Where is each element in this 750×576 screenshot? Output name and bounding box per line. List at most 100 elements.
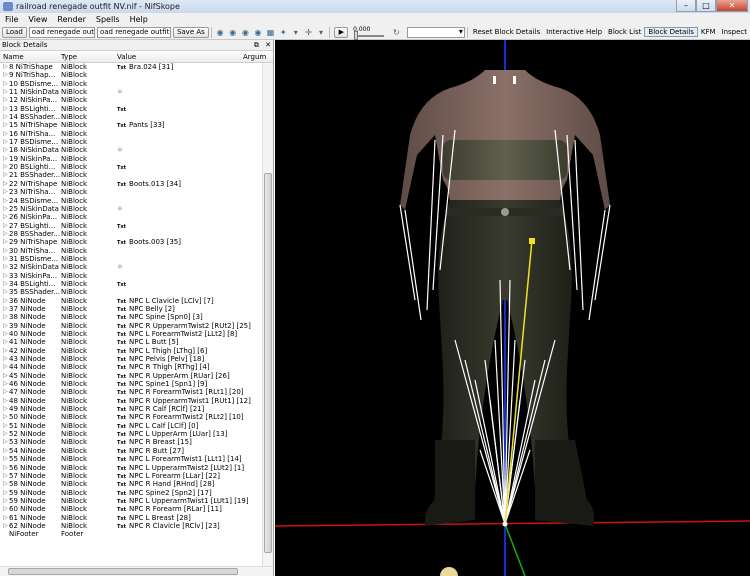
float-icon[interactable]: ⧉ bbox=[254, 41, 259, 49]
column-argument[interactable]: Argum bbox=[243, 53, 266, 61]
table-row[interactable]: ▷ 41 NiNode NiBlock Txt NPC L Butt [5] bbox=[0, 338, 262, 346]
load-button[interactable]: Load bbox=[2, 26, 27, 38]
table-row[interactable]: ▷ 60 NiNode NiBlock Txt NPC R Forearm [RLar]… bbox=[0, 505, 262, 513]
block-list-button[interactable]: Block List bbox=[605, 28, 644, 36]
table-row[interactable]: ▷ 24 BSDisme... NiBlock bbox=[0, 197, 262, 205]
table-row[interactable]: ▷ 59 NiNode NiBlock Txt NPC L UpperarmTwist1… bbox=[0, 497, 262, 505]
table-row[interactable]: ▷ 15 NiTriShape NiBlock Txt Pants [33] bbox=[0, 121, 262, 129]
table-row[interactable]: ▷ 13 BSLighti... NiBlock Txt bbox=[0, 105, 262, 113]
table-row[interactable]: ▷ 31 BSDisme... NiBlock bbox=[0, 255, 262, 263]
cube-icon[interactable]: ▦ bbox=[264, 27, 277, 38]
menu-render[interactable]: Render bbox=[52, 15, 90, 24]
table-row[interactable]: ▷ 52 NiNode NiBlock Txt NPC L UpperArm [LUar… bbox=[0, 430, 262, 438]
animation-select[interactable] bbox=[406, 26, 465, 38]
table-row[interactable]: ▷ 38 NiNode NiBlock Txt NPC Spine [Spn0] [3] bbox=[0, 313, 262, 321]
table-row[interactable]: ▷ 43 NiNode NiBlock Txt NPC Pelvis [Pelv] [1… bbox=[0, 355, 262, 363]
table-row[interactable]: ▷ 39 NiNode NiBlock Txt NPC R UpperarmTwist2… bbox=[0, 322, 262, 330]
light-icon[interactable]: ✦ bbox=[277, 27, 290, 38]
table-row[interactable]: NiFooter Footer bbox=[0, 530, 262, 538]
vertical-scrollbar[interactable] bbox=[262, 63, 273, 566]
table-row[interactable]: ▷ 58 NiNode NiBlock Txt NPC R Hand [RHnd] [2… bbox=[0, 480, 262, 488]
eye-icon[interactable]: ◉ bbox=[252, 27, 265, 38]
chevron-down-icon[interactable]: ▾ bbox=[290, 27, 303, 38]
table-row[interactable]: ▷ 59 NiNode NiBlock Txt NPC Spine2 [Spn2] [1… bbox=[0, 489, 262, 497]
eye-icon[interactable]: ◉ bbox=[214, 27, 227, 38]
table-row[interactable]: ▷ 19 NiSkinPa... NiBlock bbox=[0, 155, 262, 163]
row-name: 14 BSShader... bbox=[9, 113, 61, 122]
save-as-button[interactable]: Save As bbox=[172, 26, 209, 38]
table-row[interactable]: ▷ 26 NiSkinPa... NiBlock bbox=[0, 213, 262, 221]
table-row[interactable]: ▷ 16 NiTriSha... NiBlock bbox=[0, 130, 262, 138]
table-row[interactable]: ▷ 20 BSLighti... NiBlock Txt bbox=[0, 163, 262, 171]
selected-bone-handle[interactable] bbox=[529, 238, 535, 244]
table-row[interactable]: ▷ 40 NiNode NiBlock Txt NPC L ForearmTwist2 … bbox=[0, 330, 262, 338]
table-row[interactable]: ▷ 53 NiNode NiBlock Txt NPC R Breast [15] bbox=[0, 438, 262, 446]
table-row[interactable]: ▷ 36 NiNode NiBlock Txt NPC L Clavicle [LClv… bbox=[0, 297, 262, 305]
table-row[interactable]: ▷ 62 NiNode NiBlock Txt NPC R Clavicle [RClv… bbox=[0, 522, 262, 530]
eye-icon[interactable]: ◉ bbox=[239, 27, 252, 38]
reset-block-details-button[interactable]: Reset Block Details bbox=[470, 28, 543, 36]
light-gizmo-icon[interactable] bbox=[440, 567, 458, 576]
menu-file[interactable]: File bbox=[0, 15, 23, 24]
table-row[interactable]: ▷ 49 NiNode NiBlock Txt NPC R Calf [RClf] [2… bbox=[0, 405, 262, 413]
table-row[interactable]: ▷ 23 NiTriSha... NiBlock bbox=[0, 188, 262, 196]
table-row[interactable]: ▷ 57 NiNode NiBlock Txt NPC L Forearm [LLar]… bbox=[0, 472, 262, 480]
table-row[interactable]: ▷ 32 NiSkinData NiBlock ✳ bbox=[0, 263, 262, 271]
table-row[interactable]: ▷ 51 NiNode NiBlock Txt NPC L Calf [LClf] [0… bbox=[0, 422, 262, 430]
table-row[interactable]: ▷ 28 BSShader... NiBlock bbox=[0, 230, 262, 238]
kfm-button[interactable]: KFM bbox=[698, 28, 719, 36]
table-row[interactable]: ▷ 35 BSShader... NiBlock bbox=[0, 288, 262, 296]
render-viewport[interactable] bbox=[275, 40, 750, 576]
horizontal-scrollbar[interactable] bbox=[0, 566, 273, 576]
table-row[interactable]: ▷ 46 NiNode NiBlock Txt NPC Spine1 [Spn1] [9… bbox=[0, 380, 262, 388]
eye-icon[interactable]: ◉ bbox=[226, 27, 239, 38]
block-details-button[interactable]: Block Details bbox=[644, 27, 698, 37]
table-row[interactable]: ▷ 17 BSDisme... NiBlock bbox=[0, 138, 262, 146]
table-row[interactable]: ▷ 29 NiTriShape NiBlock Txt Boots.003 [35] bbox=[0, 238, 262, 246]
table-row[interactable]: ▷ 18 NiSkinData NiBlock ✳ bbox=[0, 146, 262, 154]
table-row[interactable]: ▷ 12 NiSkinPa... NiBlock bbox=[0, 96, 262, 104]
column-type[interactable]: Type bbox=[61, 53, 77, 61]
chevron-down-icon[interactable]: ▾ bbox=[315, 27, 328, 38]
table-row[interactable]: ▷ 55 NiNode NiBlock Txt NPC L ForearmTwist1 … bbox=[0, 455, 262, 463]
table-row[interactable]: ▷ 61 NiNode NiBlock Txt NPC L Breast [28] bbox=[0, 514, 262, 522]
table-row[interactable]: ▷ 34 BSLighti... NiBlock Txt bbox=[0, 280, 262, 288]
table-row[interactable]: ▷ 48 NiNode NiBlock Txt NPC R UpperarmTwist1… bbox=[0, 397, 262, 405]
table-row[interactable]: ▷ 9 NiTriShap... NiBlock bbox=[0, 71, 262, 79]
table-row[interactable]: ▷ 27 BSLighti... NiBlock Txt bbox=[0, 222, 262, 230]
anim-time-slider[interactable]: 0.000 bbox=[351, 26, 390, 40]
maximize-button[interactable]: □ bbox=[696, 0, 716, 12]
inspect-button[interactable]: Inspect bbox=[719, 28, 750, 36]
table-row[interactable]: ▷ 45 NiNode NiBlock Txt NPC R UpperArm [RUar… bbox=[0, 372, 262, 380]
loop-icon[interactable]: ↻ bbox=[390, 27, 403, 38]
play-button[interactable]: ▶ bbox=[334, 26, 349, 38]
table-row[interactable]: ▷ 33 NiSkinPa... NiBlock bbox=[0, 272, 262, 280]
table-row[interactable]: ▷ 47 NiNode NiBlock Txt NPC R ForearmTwist1 … bbox=[0, 388, 262, 396]
menu-help[interactable]: Help bbox=[125, 15, 153, 24]
close-button[interactable]: ✕ bbox=[716, 0, 748, 12]
column-value[interactable]: Value bbox=[117, 53, 136, 61]
table-row[interactable]: ▷ 42 NiNode NiBlock Txt NPC L Thigh [LThg] [… bbox=[0, 347, 262, 355]
rotate-icon[interactable]: ✛ bbox=[302, 27, 315, 38]
table-row[interactable]: ▷ 14 BSShader... NiBlock bbox=[0, 113, 262, 121]
table-row[interactable]: ▷ 44 NiNode NiBlock Txt NPC R Thigh [RThg] [… bbox=[0, 363, 262, 371]
minimize-button[interactable]: – bbox=[676, 0, 696, 12]
table-row[interactable]: ▷ 50 NiNode NiBlock Txt NPC R ForearmTwist2 … bbox=[0, 413, 262, 421]
table-row[interactable]: ▷ 22 NiTriShape NiBlock Txt Boots.013 [34] bbox=[0, 180, 262, 188]
menu-view[interactable]: View bbox=[23, 15, 52, 24]
table-row[interactable]: ▷ 37 NiNode NiBlock Txt NPC Belly [2] bbox=[0, 305, 262, 313]
table-row[interactable]: ▷ 8 NiTriShape NiBlock Txt Bra.024 [31] bbox=[0, 63, 262, 71]
table-row[interactable]: ▷ 30 NiTriSha... NiBlock bbox=[0, 247, 262, 255]
table-row[interactable]: ▷ 56 NiNode NiBlock Txt NPC L UpperarmTwist2… bbox=[0, 464, 262, 472]
column-name[interactable]: Name bbox=[3, 53, 24, 61]
close-icon[interactable]: ✕ bbox=[265, 41, 271, 49]
table-row[interactable]: ▷ 11 NiSkinData NiBlock ✳ bbox=[0, 88, 262, 96]
load-path-field[interactable]: oad renegade outfit NV.nif bbox=[28, 26, 95, 38]
interactive-help-button[interactable]: Interactive Help bbox=[543, 28, 605, 36]
table-row[interactable]: ▷ 25 NiSkinData NiBlock ✳ bbox=[0, 205, 262, 213]
table-row[interactable]: ▷ 54 NiNode NiBlock Txt NPC R Butt [27] bbox=[0, 447, 262, 455]
table-row[interactable]: ▷ 21 BSShader... NiBlock bbox=[0, 171, 262, 179]
menu-spells[interactable]: Spells bbox=[91, 15, 125, 24]
table-row[interactable]: ▷ 10 BSDisme... NiBlock bbox=[0, 80, 262, 88]
save-path-field[interactable]: oad renegade outfit NV.nif bbox=[96, 26, 171, 38]
